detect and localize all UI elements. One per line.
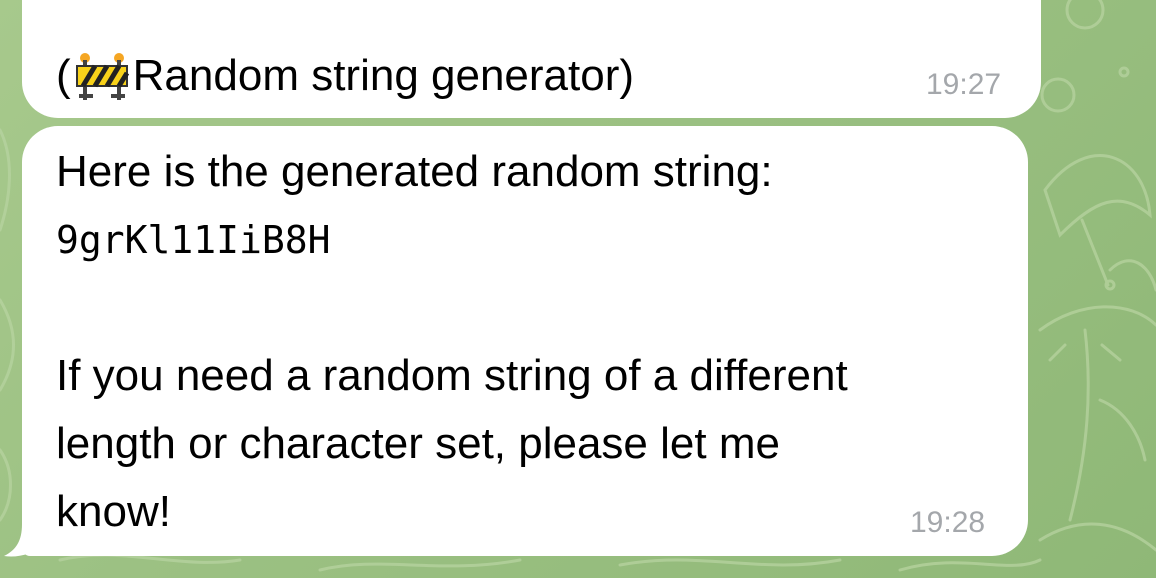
previous-message-prefix: ( [56, 51, 71, 100]
previous-message-bubble[interactable]: ( Random string generator) 19:27 [22, 0, 1041, 118]
reply-line-5: know! [56, 487, 171, 536]
previous-message-time: 19:27 [926, 68, 1002, 101]
previous-message-text: ( Random string generator) [56, 42, 634, 110]
reply-line-4: length or character set, please let me [56, 419, 780, 468]
message-bubble-tail [4, 524, 44, 557]
reply-message-time: 19:28 [910, 506, 986, 539]
previous-message-title: Random string generator) [132, 51, 635, 100]
reply-line-3: If you need a random string of a differe… [56, 351, 848, 400]
reply-message-bubble[interactable]: Here is the generated random string: 9gr… [22, 126, 1028, 556]
construction-barrier-icon [73, 50, 131, 102]
reply-line-1: Here is the generated random string: [56, 147, 773, 196]
random-string-code[interactable]: 9grKl11IiB8H [56, 206, 331, 274]
